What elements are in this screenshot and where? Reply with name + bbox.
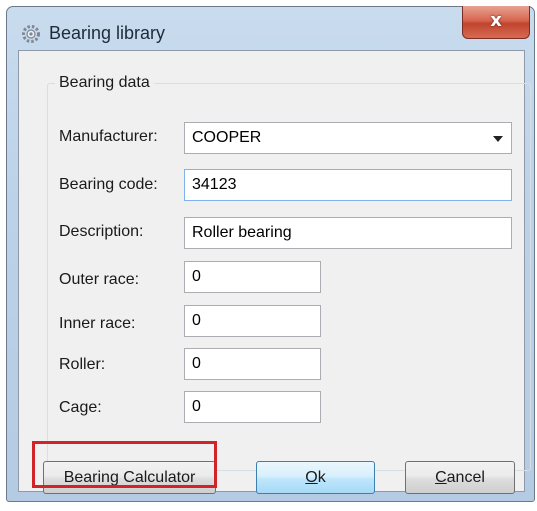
outer-race-label: Outer race: xyxy=(59,271,140,288)
ok-label-rest: k xyxy=(317,469,326,486)
description-value: Roller bearing xyxy=(192,224,292,241)
manufacturer-label: Manufacturer: xyxy=(59,128,158,145)
inner-race-value: 0 xyxy=(192,312,201,329)
window-title: Bearing library xyxy=(49,23,166,43)
cancel-label-rest: ancel xyxy=(446,469,485,486)
outer-race-value: 0 xyxy=(192,268,201,285)
description-field[interactable]: Roller bearing xyxy=(184,217,512,249)
outer-race-field[interactable]: 0 xyxy=(184,261,321,293)
manufacturer-value: COOPER xyxy=(192,129,262,146)
cage-value: 0 xyxy=(192,398,201,415)
dialog-client-area: Bearing data Manufacturer: COOPER Bearin… xyxy=(18,50,531,494)
cancel-button[interactable]: Cancel xyxy=(405,461,515,494)
roller-label: Roller: xyxy=(59,356,106,373)
cancel-mnemonic: C xyxy=(435,469,447,486)
dialog-window: Bearing library x Bearing data Manufactu… xyxy=(6,6,535,502)
close-icon: x xyxy=(490,10,502,31)
ok-button[interactable]: Ok xyxy=(256,461,375,494)
cage-field[interactable]: 0 xyxy=(184,391,321,423)
close-button[interactable]: x xyxy=(462,6,530,39)
description-label: Description: xyxy=(59,223,144,240)
roller-value: 0 xyxy=(192,355,201,372)
chevron-down-icon[interactable] xyxy=(493,136,503,142)
bearing-code-value: 34123 xyxy=(192,176,237,193)
bearing-code-field[interactable]: 34123 xyxy=(184,169,512,201)
inner-race-field[interactable]: 0 xyxy=(184,305,321,337)
inner-race-label: Inner race: xyxy=(59,315,136,332)
calculator-highlight-box xyxy=(32,441,217,488)
bearing-code-label: Bearing code: xyxy=(59,176,158,193)
manufacturer-dropdown[interactable]: COOPER xyxy=(184,122,512,154)
roller-field[interactable]: 0 xyxy=(184,348,321,380)
group-title: Bearing data xyxy=(55,74,154,92)
bearing-gear-icon xyxy=(21,24,41,44)
ok-mnemonic: O xyxy=(305,469,318,486)
cage-label: Cage: xyxy=(59,399,102,416)
